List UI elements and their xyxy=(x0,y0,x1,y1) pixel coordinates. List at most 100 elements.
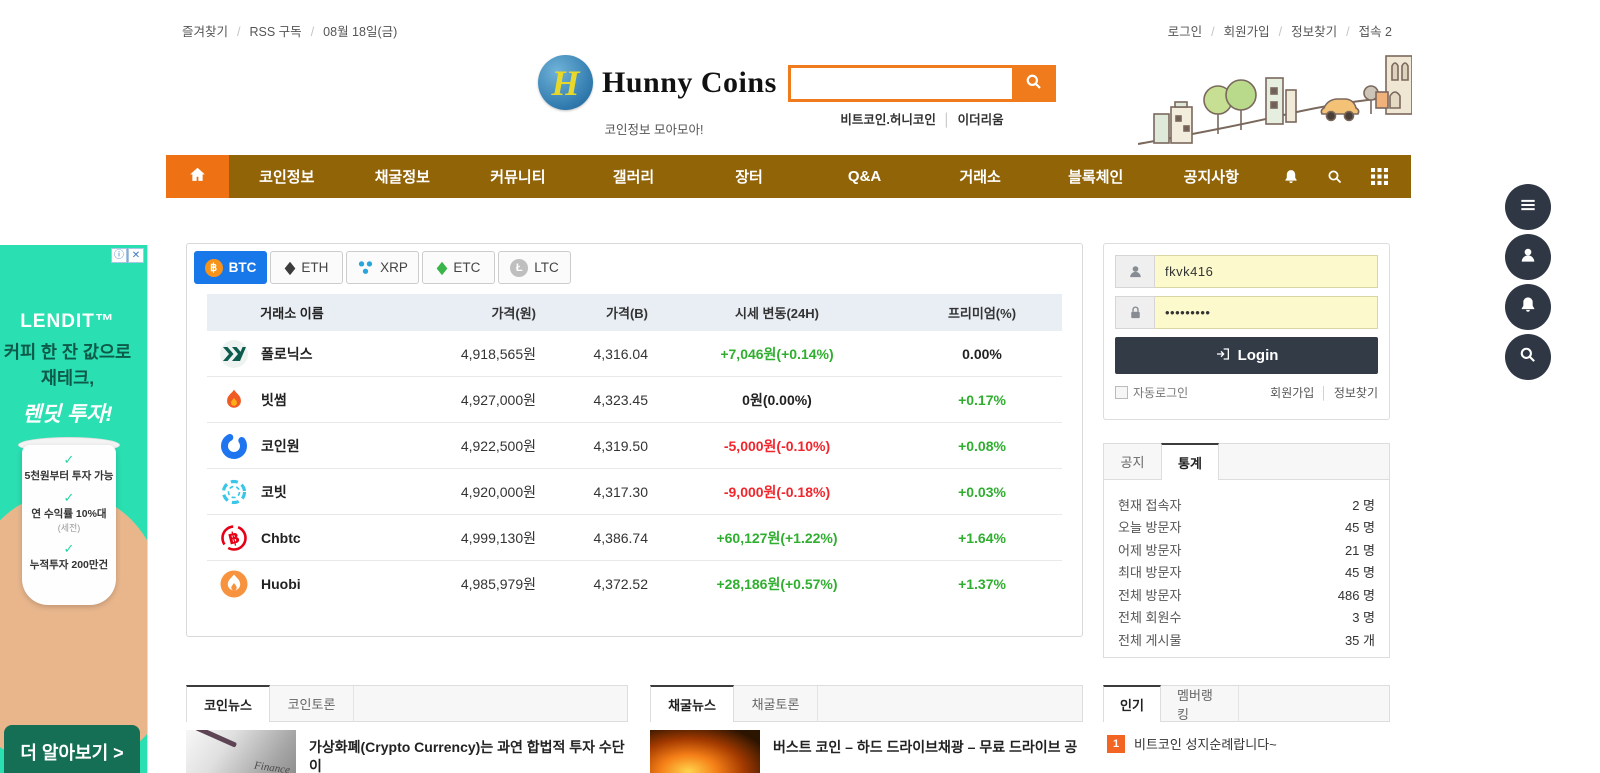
table-row-poloniex[interactable]: 폴로닉스 4,918,565원 4,316.04 +7,046원(+0.14%)… xyxy=(207,331,1062,377)
stat-max-visitors: 최대 방문자45 명 xyxy=(1118,561,1375,584)
ad-bullet-2-sub: (세전) xyxy=(22,521,116,534)
change-24h: -9,000원(-0.18%) xyxy=(652,482,902,502)
ad-cta-button[interactable]: 더 알아보기 > xyxy=(4,725,140,773)
home-button[interactable] xyxy=(166,155,229,198)
stat-current-visitors: 현재 접속자2 명 xyxy=(1118,493,1375,516)
home-icon xyxy=(188,165,207,189)
signup-link[interactable]: 회원가입 xyxy=(1224,25,1270,39)
nav-item-blockchain[interactable]: 블록체인 xyxy=(1038,155,1154,198)
col-premium: 프리미엄(%) xyxy=(902,303,1062,322)
user-icon xyxy=(1115,255,1155,288)
ad-brand: LENDIT™ xyxy=(0,311,147,333)
premium: +1.64% xyxy=(902,530,1062,546)
tab-popular[interactable]: 인기 xyxy=(1103,685,1161,722)
login-button[interactable]: Login xyxy=(1115,337,1378,374)
ad-banner[interactable]: ⓘ ✕ LENDIT™ 커피 한 잔 값으로 재테크, 렌딧 투자! ✓ 5천원… xyxy=(0,245,148,773)
password-field[interactable] xyxy=(1155,296,1378,329)
main-nav: 코인정보 채굴정보 커뮤니티 갤러리 장터 Q&A 거래소 블록체인 공지사항 xyxy=(166,155,1411,198)
table-row-bithumb[interactable]: 빗썸 4,927,000원 4,323.45 0원(0.00%) +0.17% xyxy=(207,377,1062,423)
keyword-left[interactable]: 비트코인.허니코인 xyxy=(840,113,935,127)
nav-item-qna[interactable]: Q&A xyxy=(807,155,923,198)
table-row-coinone[interactable]: 코인원 4,922,500원 4,319.50 -5,000원(-0.10%) … xyxy=(207,423,1062,469)
profile-button[interactable] xyxy=(1505,234,1551,280)
nav-item-market[interactable]: 장터 xyxy=(691,155,807,198)
bell-icon[interactable] xyxy=(1282,168,1300,186)
tab-coin-news[interactable]: 코인뉴스 xyxy=(186,685,270,722)
signup-link-2[interactable]: 회원가입 xyxy=(1270,386,1314,400)
nav-item-community[interactable]: 커뮤니티 xyxy=(460,155,576,198)
search-float-button[interactable] xyxy=(1505,334,1551,380)
tab-xrp[interactable]: XRP xyxy=(346,251,419,284)
login-link[interactable]: 로그인 xyxy=(1168,25,1203,39)
korbit-icon xyxy=(219,477,249,507)
favorites-link[interactable]: 즐겨찾기 xyxy=(182,25,228,39)
mining-news-item[interactable]: 버스트 코인 – 하드 드라이브채광 – 무료 드라이브 공 xyxy=(650,730,1083,773)
table-row-huobi[interactable]: Huobi 4,985,979원 4,372.52 +28,186원(+0.57… xyxy=(207,561,1062,607)
tab-label: XRP xyxy=(380,260,408,275)
divider: │ xyxy=(1320,386,1328,400)
tab-coin-talk[interactable]: 코인토론 xyxy=(270,686,354,721)
nav-item-mining-info[interactable]: 채굴정보 xyxy=(345,155,461,198)
huobi-icon xyxy=(219,569,249,599)
username-field[interactable] xyxy=(1155,255,1378,288)
auto-login-option[interactable]: 자동로그인 xyxy=(1115,384,1188,401)
ad-choices: ⓘ ✕ xyxy=(111,248,144,263)
rss-link[interactable]: RSS 구독 xyxy=(250,25,302,39)
tab-etc[interactable]: ◆ ETC xyxy=(422,251,495,284)
ad-headline-1: 커피 한 잔 값으로 xyxy=(0,339,147,364)
price-btc: 4,323.45 xyxy=(542,392,652,408)
popular-item-title: 비트코인 성지순례랍니다~ xyxy=(1134,734,1277,753)
stat-today-visitors: 오늘 방문자45 명 xyxy=(1118,516,1375,539)
nav-search-icon[interactable] xyxy=(1326,168,1344,186)
nav-item-gallery[interactable]: 갤러리 xyxy=(576,155,692,198)
topbar-right: 로그인/회원가입/정보찾기/접속 2 xyxy=(1168,21,1392,40)
search-input[interactable] xyxy=(788,65,1012,102)
table-row-korbit[interactable]: 코빗 4,920,000원 4,317.30 -9,000원(-0.18%) +… xyxy=(207,469,1062,515)
ad-close-icon[interactable]: ✕ xyxy=(128,248,144,263)
grid-menu-icon[interactable] xyxy=(1371,168,1388,185)
site-logo[interactable]: H Hunny Coins xyxy=(538,55,777,110)
tab-eth[interactable]: ◆ ETH xyxy=(270,251,343,284)
tab-stats[interactable]: 통계 xyxy=(1161,443,1219,480)
exchange-name: Chbtc xyxy=(261,530,301,546)
menu-button[interactable] xyxy=(1505,184,1551,230)
nav-item-notice[interactable]: 공지사항 xyxy=(1154,155,1270,198)
mining-news-panel: 채굴뉴스 채굴토론 버스트 코인 – 하드 드라이브채광 – 무료 드라이브 공 xyxy=(650,685,1083,773)
check-icon: ✓ xyxy=(22,452,116,468)
nav-item-exchange[interactable]: 거래소 xyxy=(922,155,1038,198)
keyword-right[interactable]: 이더리움 xyxy=(958,113,1004,127)
tab-label: ETC xyxy=(453,260,480,275)
coin-tabs: ฿ BTC ◆ ETH XRP ◆ ETC Ł LTC xyxy=(187,244,1082,284)
page: 즐겨찾기/RSS 구독/08월 18일(금) 로그인/회원가입/정보찾기/접속 … xyxy=(0,0,1600,773)
find-info-link[interactable]: 정보찾기 xyxy=(1291,25,1337,39)
tab-btc[interactable]: ฿ BTC xyxy=(194,251,267,284)
coin-news-item[interactable]: Finance 가상화폐(Crypto Currency)는 과연 합법적 투자… xyxy=(186,730,628,773)
find-info-link-2[interactable]: 정보찾기 xyxy=(1334,386,1378,400)
stat-total-posts: 전체 게시물35 개 xyxy=(1118,628,1375,651)
divider: / xyxy=(311,25,314,39)
news-title: 버스트 코인 – 하드 드라이브채광 – 무료 드라이브 공 xyxy=(773,730,1077,773)
auto-login-checkbox[interactable] xyxy=(1115,386,1128,399)
price-btc: 4,317.30 xyxy=(542,484,652,500)
tab-notice[interactable]: 공지 xyxy=(1104,444,1162,479)
popular-panel: 인기 멤버랭킹 1 비트코인 성지순례랍니다~ xyxy=(1103,685,1390,773)
exchange-name: 코빗 xyxy=(261,482,287,502)
change-24h: +28,186원(+0.57%) xyxy=(652,574,902,594)
ad-headline-2: 재테크, xyxy=(0,365,147,390)
exchange-name: Huobi xyxy=(261,576,301,592)
alerts-button[interactable] xyxy=(1505,284,1551,330)
col-price-krw: 가격(원) xyxy=(377,303,542,322)
tab-mining-news[interactable]: 채굴뉴스 xyxy=(650,685,734,722)
stats-panel: 공지 통계 현재 접속자2 명 오늘 방문자45 명 어제 방문자21 명 최대… xyxy=(1103,443,1390,658)
nav-item-coin-info[interactable]: 코인정보 xyxy=(229,155,345,198)
floating-toolbar xyxy=(1505,184,1551,380)
search-button[interactable] xyxy=(1012,65,1056,102)
popular-item[interactable]: 1 비트코인 성지순례랍니다~ xyxy=(1107,734,1390,753)
tab-ltc[interactable]: Ł LTC xyxy=(498,251,571,284)
tab-member-ranking[interactable]: 멤버랭킹 xyxy=(1161,686,1239,721)
ad-info-icon[interactable]: ⓘ xyxy=(111,248,127,263)
divider: / xyxy=(1279,25,1282,39)
popular-tabs: 인기 멤버랭킹 xyxy=(1103,685,1390,722)
tab-mining-talk[interactable]: 채굴토론 xyxy=(734,686,818,721)
table-row-chbtc[interactable]: ฿ Chbtc 4,999,130원 4,386.74 +60,127원(+1.… xyxy=(207,515,1062,561)
